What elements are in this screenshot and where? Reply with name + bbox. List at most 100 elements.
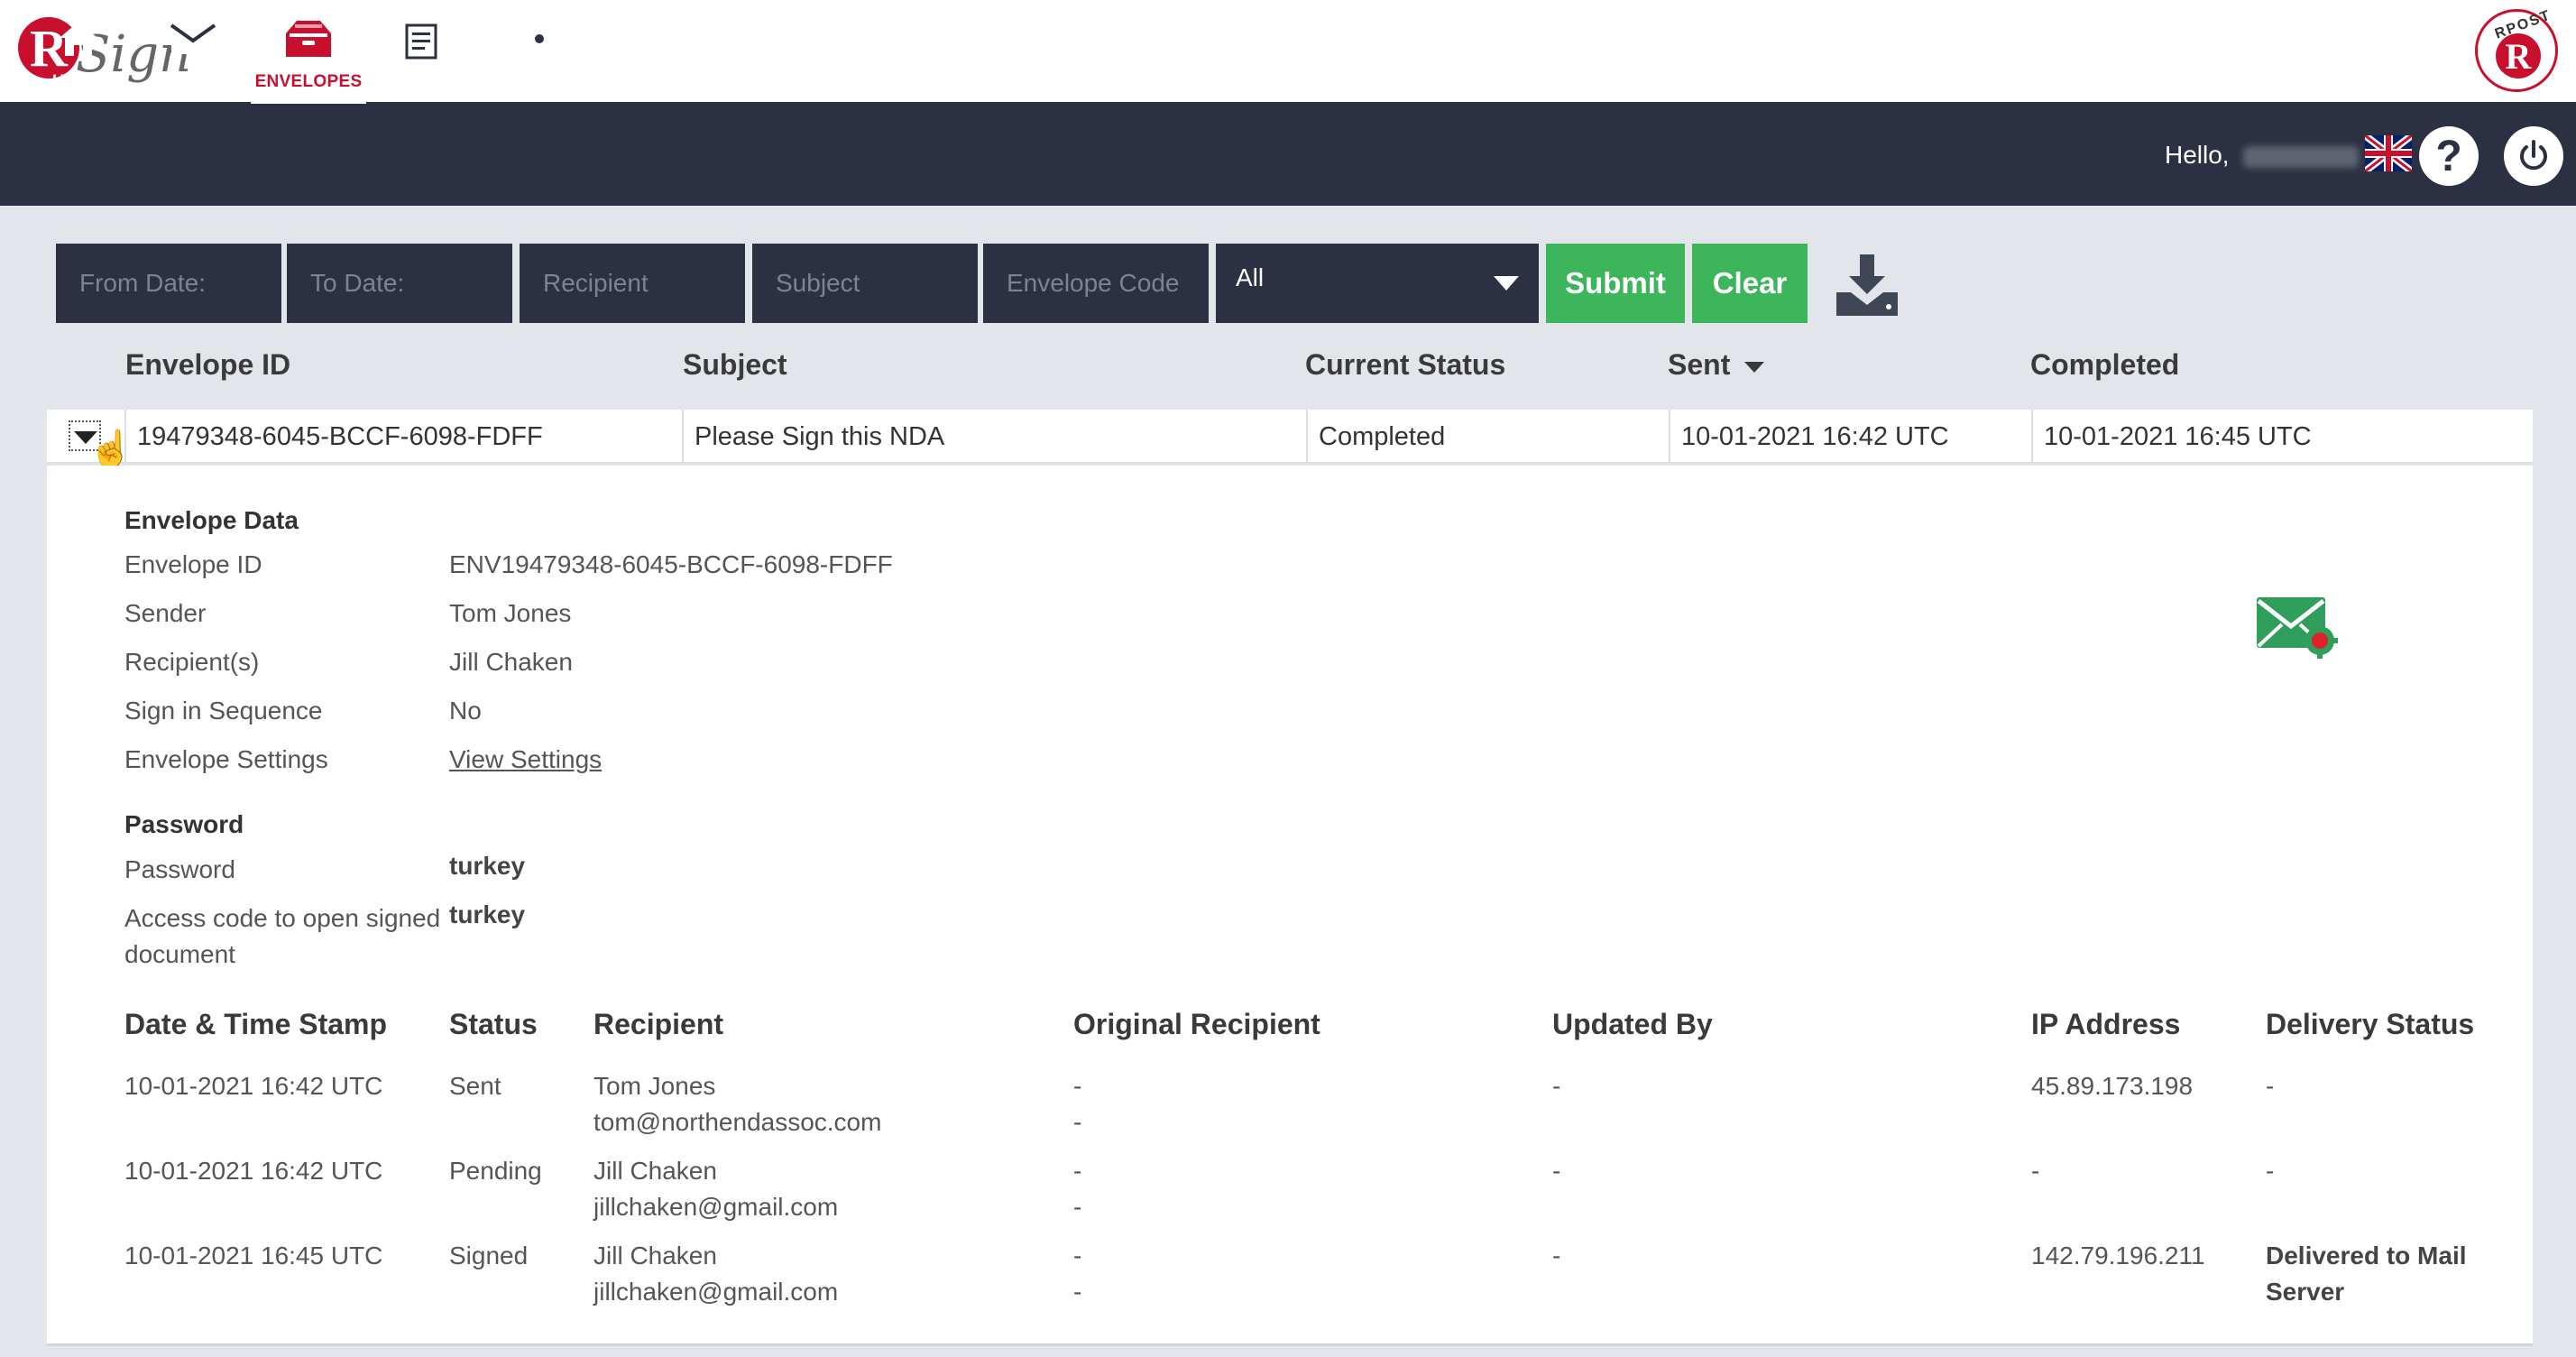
- history-row-2-timestamp: 10-01-2021 16:42 UTC: [124, 1157, 383, 1185]
- logout-button[interactable]: [2504, 126, 2563, 186]
- access-code-label-line2: document: [124, 940, 235, 968]
- rpost-letter: R: [2496, 33, 2541, 78]
- clear-button[interactable]: Clear: [1692, 244, 1808, 323]
- envelope-icon: [170, 16, 216, 61]
- history-header-original-recipient: Original Recipient: [1073, 1008, 1320, 1040]
- history-row-2-recipient-name: Jill Chaken: [593, 1157, 717, 1185]
- question-icon: ?: [2435, 132, 2462, 180]
- history-row-1-status: Sent: [449, 1072, 501, 1100]
- envelope-id-label: Envelope ID: [124, 550, 262, 578]
- status-select[interactable]: All: [1216, 244, 1539, 323]
- history-row-1-updated-by: -: [1552, 1072, 1561, 1100]
- nav-templates[interactable]: TEMPLATES: [372, 0, 478, 104]
- envelope-data-title: Envelope Data: [124, 506, 299, 534]
- history-row-2-updated-by: -: [1552, 1157, 1561, 1185]
- cell-sent: 10-01-2021 16:42 UTC: [1669, 410, 2031, 464]
- history-row-1-original-2: -: [1073, 1108, 1082, 1136]
- history-row-2-ip: -: [2031, 1157, 2040, 1185]
- home-icon: [58, 16, 99, 61]
- nav-templates-label: TEMPLATES: [372, 72, 478, 91]
- rpost-logo: RPOST R: [2475, 7, 2558, 92]
- history-row-3-original-1: -: [1073, 1242, 1082, 1269]
- history-header-ip-address: IP Address: [2031, 1008, 2181, 1040]
- history-header-delivery-status: Delivery Status: [2266, 1008, 2475, 1040]
- table-row[interactable]: 19479348-6045-BCCF-6098-FDFF Please Sign…: [47, 410, 2533, 464]
- col-header-sent[interactable]: Sent: [1668, 348, 1765, 382]
- history-row-3-timestamp: 10-01-2021 16:45 UTC: [124, 1242, 383, 1269]
- access-code-value: turkey: [449, 900, 526, 928]
- history-row-3-ip: 142.79.196.211: [2031, 1242, 2205, 1269]
- history-header-recipient: Recipient: [593, 1008, 724, 1040]
- recipient-placeholder: Recipient: [543, 269, 649, 297]
- col-header-sent-label: Sent: [1668, 348, 1731, 381]
- history-row-1-timestamp: 10-01-2021 16:42 UTC: [124, 1072, 383, 1100]
- subject-input[interactable]: Subject: [752, 244, 978, 323]
- password-label: Password: [124, 855, 235, 883]
- col-header-envelope-id: Envelope ID: [125, 348, 291, 381]
- history-row-1-original-1: -: [1073, 1072, 1082, 1100]
- from-date-placeholder: From Date:: [79, 269, 207, 297]
- nav-home[interactable]: HOME: [38, 0, 119, 104]
- envelope-settings-label: Envelope Settings: [124, 745, 328, 773]
- from-date-input[interactable]: From Date:: [56, 244, 281, 323]
- cell-envelope-id: 19479348-6045-BCCF-6098-FDFF: [124, 410, 682, 464]
- chevron-down-icon: [1494, 276, 1519, 291]
- history-row-1-recipient-email: tom@northendassoc.com: [593, 1108, 882, 1136]
- history-row-2-original-1: -: [1073, 1157, 1082, 1185]
- power-icon: [2520, 140, 2547, 171]
- nav-settings-label: SETTINGS: [495, 72, 584, 91]
- history-row-2-delivery: -: [2266, 1157, 2275, 1185]
- uk-flag-icon[interactable]: [2362, 132, 2415, 175]
- envelope-settings-icon[interactable]: [2255, 595, 2341, 664]
- password-value: turkey: [449, 852, 526, 880]
- history-row-3-delivery-line1: Delivered to Mail: [2266, 1242, 2467, 1269]
- user-greeting: Hello,: [2165, 141, 2360, 170]
- envelopes-box-icon: [284, 16, 333, 61]
- cell-subject: Please Sign this NDA: [682, 410, 1306, 464]
- history-row-2-status: Pending: [449, 1157, 542, 1185]
- history-row-2-recipient-email: jillchaken@gmail.com: [593, 1193, 839, 1221]
- history-row-3-updated-by: -: [1552, 1242, 1561, 1269]
- history-row-3-delivery-line2: Server: [2266, 1278, 2345, 1306]
- view-settings-link[interactable]: View Settings: [449, 745, 602, 774]
- history-row-1-delivery: -: [2266, 1072, 2275, 1100]
- greeting-text: Hello,: [2165, 141, 2230, 169]
- col-header-subject: Subject: [683, 348, 787, 381]
- download-icon[interactable]: [1833, 253, 1901, 318]
- history-row-1-ip: 45.89.173.198: [2031, 1072, 2194, 1100]
- history-row-3-status: Signed: [449, 1242, 529, 1269]
- nav-send[interactable]: SEND: [155, 0, 231, 104]
- nav-home-label: HOME: [51, 72, 106, 91]
- history-row-3-recipient-email: jillchaken@gmail.com: [593, 1278, 839, 1306]
- nav-envelopes[interactable]: ENVELOPES: [251, 0, 366, 104]
- sign-in-sequence-value: No: [449, 697, 482, 725]
- hand-cursor-icon: ☝: [88, 429, 133, 469]
- history-row-2-original-2: -: [1073, 1193, 1082, 1221]
- nav-envelopes-label: ENVELOPES: [254, 72, 363, 91]
- sign-in-sequence-label: Sign in Sequence: [124, 697, 323, 725]
- submit-button[interactable]: Submit: [1546, 244, 1685, 323]
- history-header-status: Status: [449, 1008, 538, 1040]
- cell-status: Completed: [1306, 410, 1669, 464]
- history-row-1-recipient-name: Tom Jones: [593, 1072, 716, 1100]
- history-header-updated-by: Updated By: [1552, 1008, 1713, 1040]
- history-row-3-original-2: -: [1073, 1278, 1082, 1306]
- password-title: Password: [124, 810, 244, 838]
- envelope-code-input[interactable]: Envelope Code: [983, 244, 1209, 323]
- sender-value: Tom Jones: [449, 599, 572, 627]
- history-row-3-recipient-name: Jill Chaken: [593, 1242, 717, 1269]
- sender-label: Sender: [124, 599, 207, 627]
- user-name-blurred: [2243, 145, 2360, 168]
- nav-settings[interactable]: SETTINGS: [492, 0, 586, 104]
- help-button[interactable]: ?: [2419, 126, 2479, 186]
- templates-document-icon: [405, 16, 445, 61]
- recipient-input[interactable]: Recipient: [520, 244, 745, 323]
- status-select-value: All: [1236, 263, 1265, 291]
- envelope-id-value: ENV19479348-6045-BCCF-6098-FDFF: [449, 550, 893, 578]
- cell-completed: 10-01-2021 16:45 UTC: [2031, 410, 2533, 464]
- gear-icon: [521, 16, 557, 61]
- recipients-value: Jill Chaken: [449, 648, 573, 676]
- col-header-completed: Completed: [2030, 348, 2180, 381]
- subject-placeholder: Subject: [776, 269, 860, 297]
- to-date-input[interactable]: To Date:: [287, 244, 512, 323]
